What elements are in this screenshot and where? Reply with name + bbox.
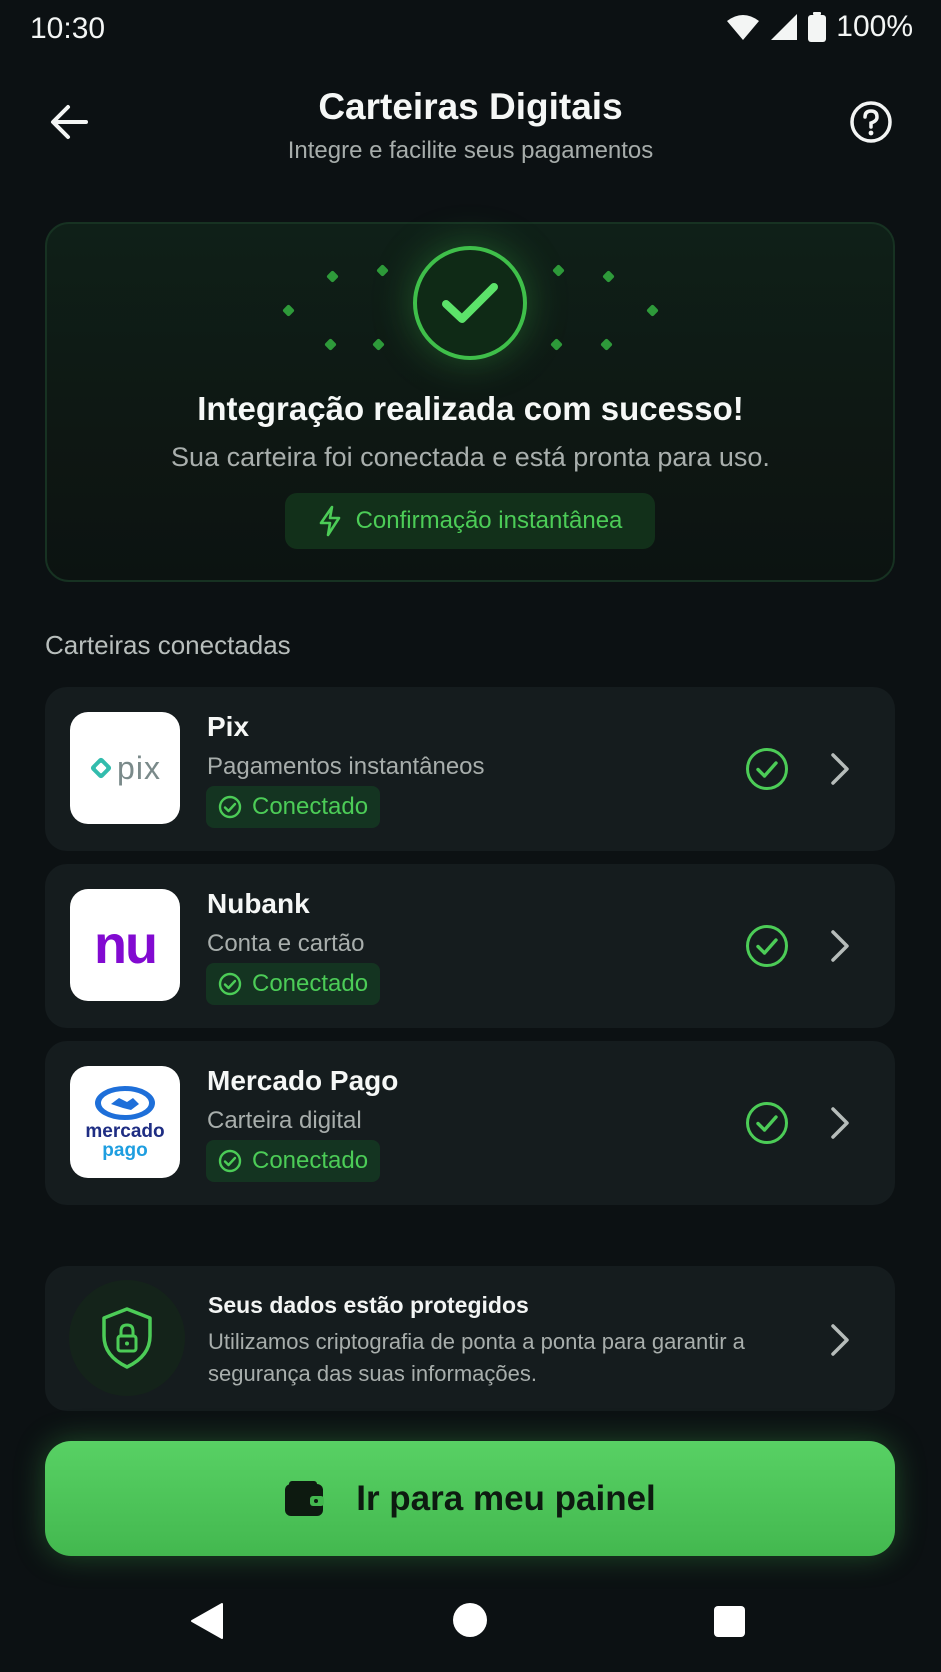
connected-badge: Conectado — [206, 963, 381, 1005]
connected-badge: Conectado — [206, 786, 381, 828]
nubank-logo: nu — [70, 889, 180, 1001]
go-to-dashboard-label: Ir para meu painel — [356, 1478, 656, 1518]
status-time: 10:30 — [30, 12, 106, 45]
chevron-right-icon — [831, 1107, 849, 1139]
success-description: Sua carteira foi conectada e está pronta… — [171, 442, 770, 472]
go-to-dashboard-button[interactable]: Ir para meu painel — [45, 1441, 895, 1556]
nav-recents-button[interactable] — [714, 1606, 745, 1637]
connected-label: Conectado — [252, 970, 369, 997]
mercado-pago-logo-text: mercado — [85, 1121, 165, 1142]
handshake-icon — [95, 1086, 155, 1120]
chevron-right-icon — [831, 930, 849, 962]
pix-logo-text: pix — [117, 749, 161, 786]
pix-logo: pix — [70, 712, 180, 824]
connected-badge: Conectado — [206, 1140, 381, 1182]
security-description: Utilizamos criptografia de ponta a ponta… — [208, 1329, 745, 1386]
battery-percent: 100% — [836, 10, 913, 43]
question-circle-icon — [850, 101, 892, 143]
connected-label: Conectado — [252, 1147, 369, 1174]
mercado-pago-logo: mercado pago — [70, 1066, 180, 1178]
check-circle-icon — [746, 925, 788, 967]
instant-confirmation-badge: Confirmação instantânea — [285, 493, 655, 549]
nav-home-button[interactable] — [453, 1603, 487, 1637]
shield-icon-container — [69, 1280, 185, 1396]
shield-lock-icon — [102, 1307, 152, 1369]
check-circle-icon — [218, 972, 242, 996]
check-circle-icon — [218, 795, 242, 819]
chevron-right-icon — [831, 1324, 849, 1356]
wallet-item-nubank[interactable]: nu Nubank Conta e cartão Conectado — [45, 864, 895, 1028]
signal-icon — [771, 14, 798, 40]
success-title: Integração realizada com sucesso! — [197, 390, 744, 427]
wallet-description: Pagamentos instantâneos — [207, 753, 485, 780]
section-title: Carteiras conectadas — [45, 630, 291, 660]
wallet-name: Nubank — [207, 888, 310, 919]
mercado-pago-logo-text: pago — [102, 1140, 148, 1161]
chevron-right-icon — [831, 753, 849, 785]
security-title: Seus dados estão protegidos — [208, 1292, 529, 1318]
wallet-item-mercado-pago[interactable]: mercado pago Mercado Pago Carteira digit… — [45, 1041, 895, 1205]
security-info-card[interactable]: Seus dados estão protegidos Utilizamos c… — [45, 1266, 895, 1411]
wallet-description: Carteira digital — [207, 1107, 362, 1134]
page-subtitle: Integre e facilite seus pagamentos — [287, 137, 654, 164]
success-check-icon — [413, 246, 527, 360]
wallet-description: Conta e cartão — [207, 930, 365, 957]
wallet-name: Pix — [207, 711, 250, 742]
connected-label: Conectado — [252, 793, 369, 820]
help-button[interactable] — [845, 96, 897, 148]
status-icons: 100% — [726, 10, 913, 44]
bolt-icon — [319, 505, 340, 537]
nubank-logo-text: nu — [94, 915, 158, 975]
wifi-icon — [727, 15, 760, 40]
instant-confirmation-label: Confirmação instantânea — [355, 507, 623, 534]
check-circle-icon — [746, 748, 788, 790]
wallet-icon — [285, 1480, 325, 1516]
check-circle-icon — [218, 1149, 242, 1173]
wallet-item-pix[interactable]: pix Pix Pagamentos instantâneos Conectad… — [45, 687, 895, 851]
check-circle-icon — [746, 1102, 788, 1144]
battery-icon — [808, 12, 827, 42]
page-title: Carteiras Digitais — [318, 86, 623, 127]
wallet-name: Mercado Pago — [207, 1065, 399, 1096]
nav-back-button[interactable] — [190, 1602, 224, 1640]
